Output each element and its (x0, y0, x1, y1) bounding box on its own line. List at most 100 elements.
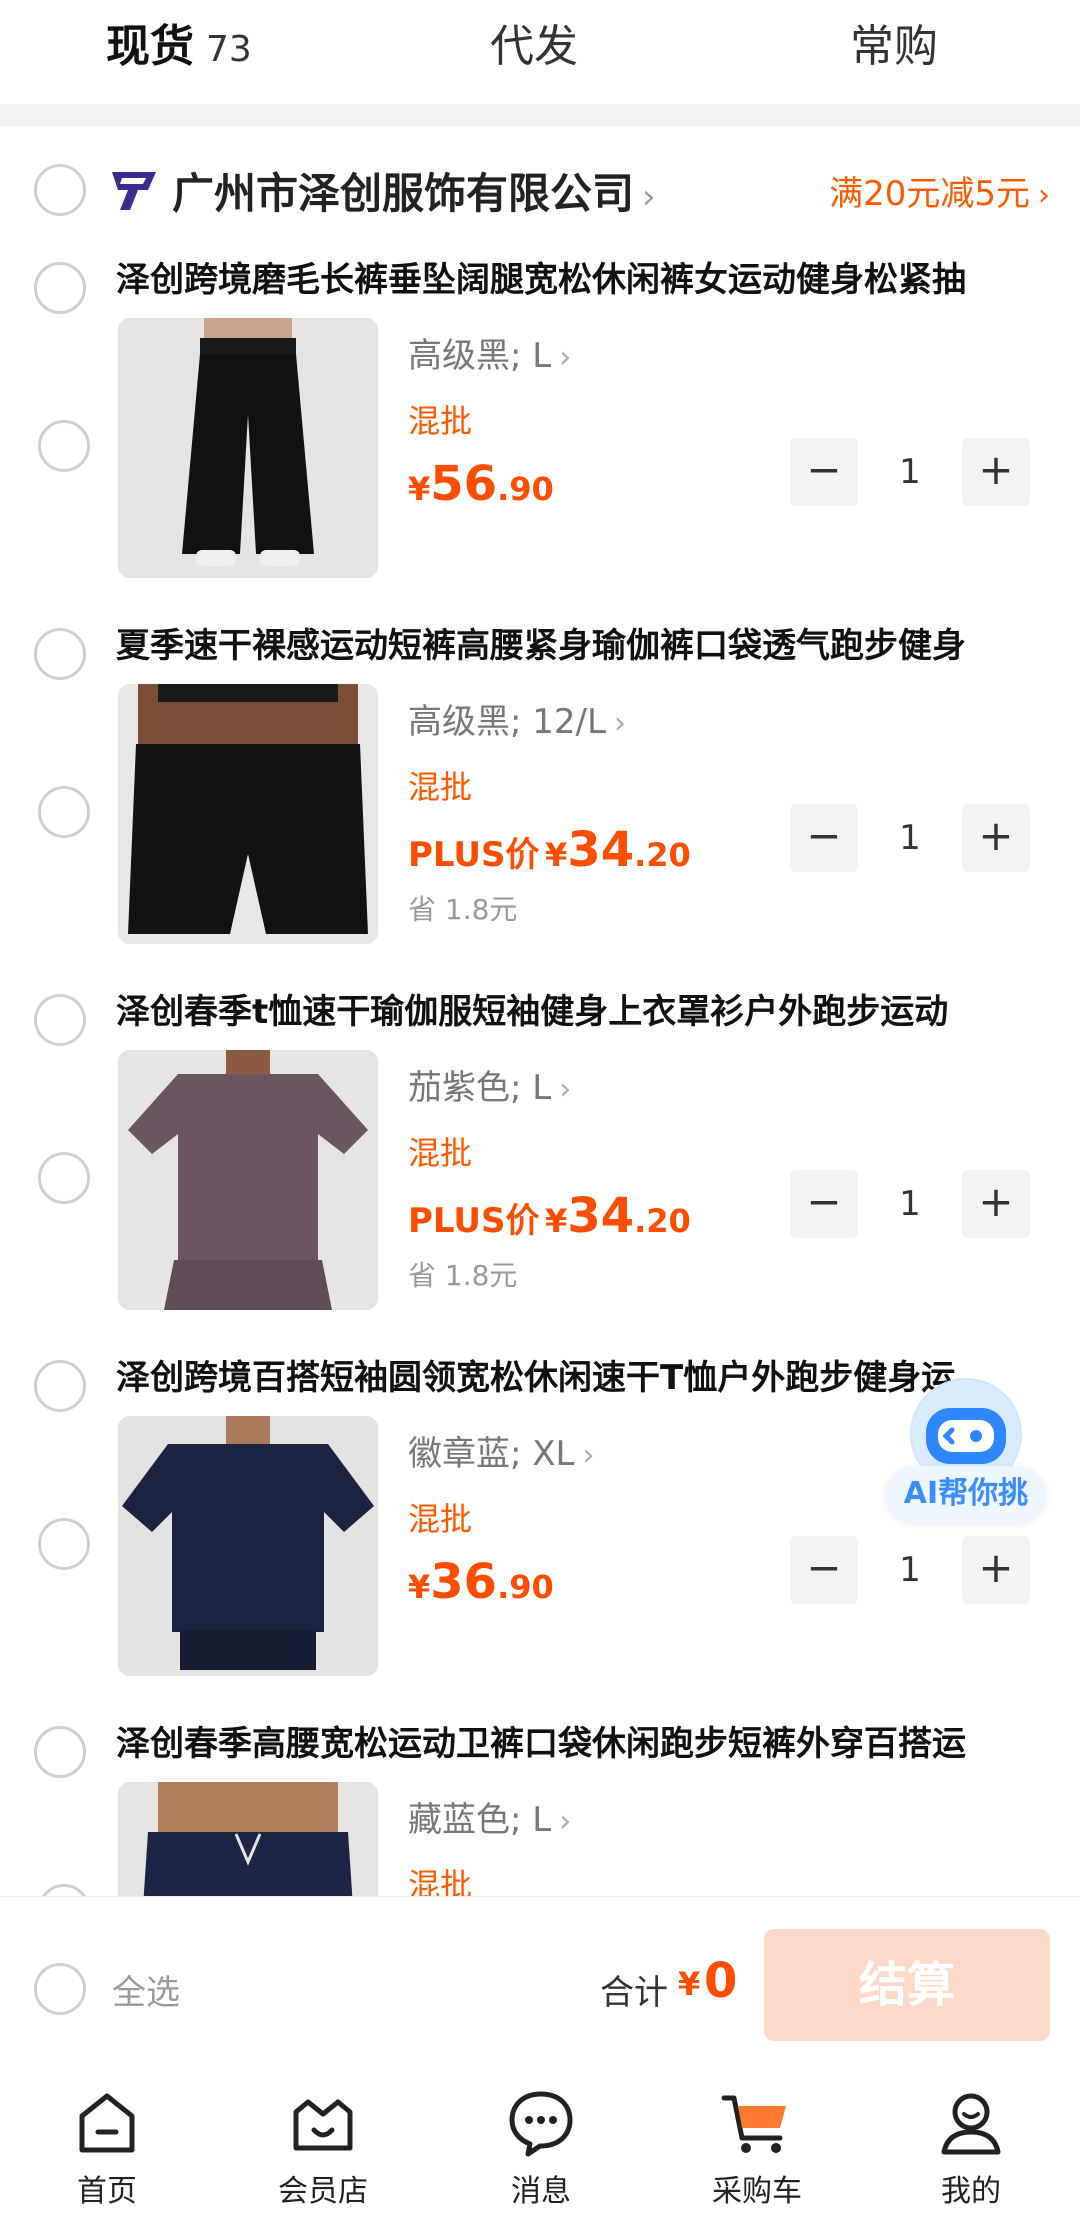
spec-text: 藏蓝色; L (408, 1800, 552, 1840)
item-title-checkbox[interactable] (34, 994, 86, 1046)
cart-icon (721, 2095, 786, 2153)
tab-in-stock[interactable]: 现货 73 (106, 12, 252, 82)
total-value: 0 (704, 1953, 738, 2009)
select-all-label[interactable]: 全选 (112, 1965, 180, 2014)
shop-name-text: 广州市泽创服饰有限公司 (172, 169, 635, 218)
item-saving: 省 1.8元 (408, 1259, 518, 1292)
quantity-stepper: − 1 + (790, 1170, 1030, 1240)
bottom-nav: 首页 会员店 消息 采购车 我的 (0, 2076, 1080, 2223)
shorts-icon (118, 1782, 378, 1896)
item-image[interactable] (118, 1416, 378, 1676)
cart-tabs: 现货 73 代发 常购 (0, 0, 1080, 104)
spec-text: 茄紫色; L (408, 1068, 552, 1108)
nav-label: 会员店 (278, 2174, 368, 2209)
pants-icon (118, 318, 378, 578)
spec-text: 高级黑; L (408, 336, 552, 376)
nav-home[interactable]: 首页 (32, 2086, 182, 2216)
item-spec[interactable]: 徽章蓝; XL › (408, 1426, 595, 1475)
item-title-checkbox[interactable] (34, 1726, 86, 1778)
item-price: PLUS价 ¥34.20 (408, 822, 691, 878)
nav-member-store[interactable]: 会员店 (248, 2086, 398, 2216)
tab-dropship[interactable]: 代发 (490, 12, 578, 82)
shop-logo-icon (112, 172, 156, 210)
tshirt-icon (118, 1416, 378, 1676)
decrease-button[interactable]: − (790, 438, 858, 506)
item-tag: 混批 (408, 1866, 473, 1896)
shorts-icon (118, 684, 378, 944)
total-currency: ¥ (678, 1965, 701, 2003)
chevron-right-icon: › (613, 706, 626, 741)
shop-checkbox[interactable] (34, 164, 86, 216)
plus-price-label: PLUS价 (408, 835, 540, 875)
item-title[interactable]: 夏季速干裸感运动短裤高腰紧身瑜伽裤口袋透气跑步健身 (116, 618, 1051, 667)
nav-profile[interactable]: 我的 (896, 2086, 1046, 2216)
price-decimal: .20 (634, 1202, 691, 1240)
nav-label: 我的 (941, 2174, 1001, 2209)
select-all-checkbox[interactable] (34, 1963, 86, 2015)
item-title-checkbox[interactable] (34, 262, 86, 314)
item-spec[interactable]: 藏蓝色; L › (408, 1792, 571, 1841)
quantity-value[interactable]: 1 (870, 1170, 950, 1238)
item-title[interactable]: 泽创跨境磨毛长裤垂坠阔腿宽松休闲裤女运动健身松紧抽 (116, 252, 1051, 301)
quantity-value[interactable]: 1 (870, 1536, 950, 1604)
price-integer: 34 (567, 822, 635, 878)
nav-label: 采购车 (712, 2174, 802, 2209)
item-title[interactable]: 泽创春季高腰宽松运动卫裤口袋休闲跑步短裤外穿百搭运 (116, 1716, 1051, 1765)
item-image[interactable] (118, 318, 378, 578)
shop-promo[interactable]: 满20元减5元 › (829, 166, 1050, 215)
plus-price-label: PLUS价 (408, 1201, 540, 1241)
item-image[interactable] (118, 684, 378, 944)
item-title[interactable]: 泽创春季t恤速干瑜伽服短袖健身上衣罩衫户外跑步运动 (116, 984, 1051, 1033)
quantity-value[interactable]: 1 (870, 438, 950, 506)
item-title-checkbox[interactable] (34, 1360, 86, 1412)
item-image[interactable] (118, 1050, 378, 1310)
quantity-value[interactable]: 1 (870, 804, 950, 872)
item-checkbox[interactable] (38, 1884, 90, 1896)
message-icon (509, 2091, 573, 2157)
nav-messages[interactable]: 消息 (466, 2086, 616, 2216)
tab-frequent[interactable]: 常购 (850, 12, 938, 82)
tab-label: 现货 (106, 21, 194, 72)
checkout-button[interactable]: 结算 (764, 1929, 1050, 2041)
total-label: 合计 (600, 1973, 668, 2013)
item-checkbox[interactable] (38, 420, 90, 472)
item-tag: 混批 (408, 768, 473, 806)
cart-item: 夏季速干裸感运动短裤高腰紧身瑜伽裤口袋透气跑步健身 高级黑; 12/L › 混批 … (0, 606, 1080, 972)
tab-label: 常购 (850, 21, 938, 72)
item-saving: 省 1.8元 (408, 893, 518, 926)
tshirt-icon (118, 1050, 378, 1310)
tab-label: 代发 (490, 21, 578, 72)
increase-button[interactable]: + (962, 438, 1030, 506)
item-checkbox[interactable] (38, 1152, 90, 1204)
price-integer: 34 (567, 1188, 635, 1244)
nav-cart[interactable]: 采购车 (682, 2086, 832, 2216)
spec-text: 高级黑; 12/L (408, 702, 606, 742)
profile-icon (941, 2093, 1001, 2155)
price-integer: 36 (430, 1554, 498, 1610)
ai-assistant-label: AI帮你挑 (886, 1466, 1046, 1522)
item-spec[interactable]: 茄紫色; L › (408, 1060, 571, 1109)
increase-button[interactable]: + (962, 804, 1030, 872)
divider (0, 104, 1080, 126)
price-currency: ¥ (545, 1202, 568, 1240)
item-title-checkbox[interactable] (34, 628, 86, 680)
item-checkbox[interactable] (38, 786, 90, 838)
ai-assistant-button[interactable]: AI帮你挑 (886, 1378, 1046, 1538)
item-spec[interactable]: 高级黑; 12/L › (408, 694, 626, 743)
increase-button[interactable]: + (962, 1536, 1030, 1604)
shop-name[interactable]: 广州市泽创服饰有限公司 › (172, 160, 656, 221)
cart-item: 泽创春季t恤速干瑜伽服短袖健身上衣罩衫户外跑步运动 茄紫色; L › 混批 PLU… (0, 972, 1080, 1338)
price-decimal: .20 (634, 836, 691, 874)
decrease-button[interactable]: − (790, 804, 858, 872)
quantity-stepper: − 1 + (790, 1536, 1030, 1606)
item-image[interactable] (118, 1782, 378, 1896)
increase-button[interactable]: + (962, 1170, 1030, 1238)
item-checkbox[interactable] (38, 1518, 90, 1570)
cart-item: 泽创跨境磨毛长裤垂坠阔腿宽松休闲裤女运动健身松紧抽 高级黑; L › 混批 ¥56… (0, 240, 1080, 606)
cart-item: 泽创春季高腰宽松运动卫裤口袋休闲跑步短裤外穿百搭运 藏蓝色; L › 混批 (0, 1704, 1080, 1896)
cart-list[interactable]: 广州市泽创服饰有限公司 › 满20元减5元 › 泽创跨境磨毛长裤垂坠阔腿宽松休闲裤女… (0, 126, 1080, 1896)
item-spec[interactable]: 高级黑; L › (408, 328, 571, 377)
decrease-button[interactable]: − (790, 1170, 858, 1238)
decrease-button[interactable]: − (790, 1536, 858, 1604)
checkout-bar: 全选 合计 ¥ 0 结算 (0, 1896, 1080, 2076)
